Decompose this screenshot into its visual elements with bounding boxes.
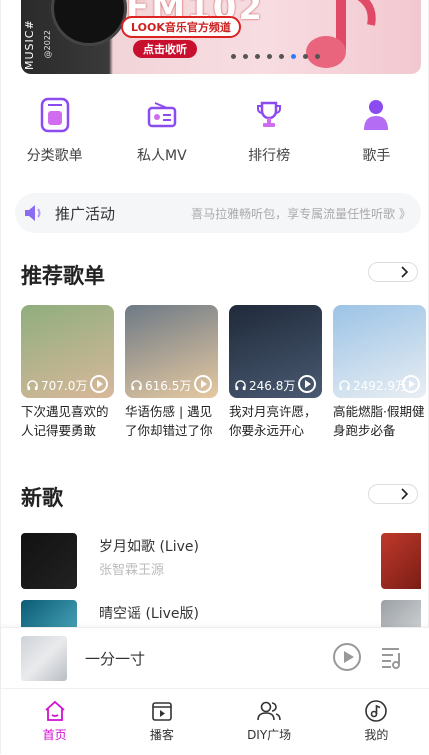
playlist-cover: 616.5万 (125, 305, 218, 398)
play-count-text: 616.5万 (145, 379, 192, 393)
mini-player[interactable]: 一分一寸 (1, 627, 429, 688)
banner-year: @2022 (43, 30, 52, 59)
banner-subtitle: LOOK音乐官方频道 (121, 16, 241, 38)
player-song-title: 一分一寸 (85, 650, 146, 668)
playlist-row: 707.0万 下次遇见喜欢的人记得要勇敢 616.5万 华语伤感 | 遇见了你却错过了… (21, 305, 429, 440)
recommended-title: 推荐歌单 (21, 264, 105, 288)
tab-label: 我的 (364, 728, 389, 742)
new-songs-more-button[interactable] (368, 484, 418, 504)
category-playlist[interactable]: 分类歌单 (1, 95, 108, 165)
headphones-icon (235, 380, 246, 391)
play-count-text: 707.0万 (41, 379, 88, 393)
playlist-name: 我对月亮许愿，你要永远开心 (229, 404, 317, 438)
category-label: 分类歌单 (26, 148, 83, 164)
playlist-cover: 2492.9万 (333, 305, 426, 398)
music-note-graphic (306, 0, 376, 68)
home-icon (45, 700, 65, 721)
playlist-play-button[interactable] (402, 375, 420, 393)
playlist-play-button[interactable] (90, 375, 108, 393)
headphones-icon (27, 380, 38, 391)
play-button[interactable] (333, 643, 361, 671)
play-count: 246.8万 (235, 377, 295, 394)
play-count-text: 246.8万 (249, 379, 296, 393)
song-artist: 张智霖王源 (99, 563, 165, 578)
playlist-name: 高能燃脂·假期健身跑步必备 (333, 404, 425, 438)
song-title: 岁月如歌 (Live) (99, 539, 199, 555)
play-count: 707.0万 (27, 377, 87, 394)
recommended-more-button[interactable] (368, 262, 418, 282)
playlist-play-button[interactable] (194, 375, 212, 393)
song-row[interactable]: 岁月如歌 (Live) 张智霖王源 (21, 533, 421, 590)
headphones-icon (339, 380, 350, 391)
playlist-icon (35, 95, 75, 135)
category-label: 私人MV (137, 148, 187, 164)
playlist-card[interactable]: 616.5万华语伤感 | 遇见了你却错过了你 (125, 305, 218, 440)
playlist-queue-icon[interactable] (379, 644, 405, 670)
playlist-name: 华语伤感 | 遇见了你却错过了你 (125, 404, 213, 438)
category-ranking[interactable]: 排行榜 (216, 95, 323, 165)
tab-label: 首页 (42, 728, 67, 742)
playlist-name: 下次遇见喜欢的人记得要勇敢 (21, 404, 109, 438)
chevron-right-icon (401, 488, 409, 500)
playlist-card[interactable]: 246.8万我对月亮许愿，你要永远开心 (229, 305, 322, 440)
play-count-text: 2492.9万 (353, 379, 407, 393)
banner-side-text: MUSIC# (23, 19, 36, 70)
tab-mine[interactable]: 我的 (323, 689, 429, 755)
users-icon (257, 701, 281, 721)
vinyl-record-graphic (51, 0, 127, 46)
category-row: 分类歌单 私人MV 排行榜 歌手 (1, 95, 429, 165)
bottom-tab-bar: 首页 播客 DIY广场 我的 (1, 688, 429, 755)
category-singer[interactable]: 歌手 (323, 95, 429, 165)
song-title: 晴空谣 (Live版) (99, 606, 199, 622)
promo-text: 喜马拉雅畅听包，享专属流量任性听歌 》 (191, 206, 411, 221)
app-frame: MUSIC# @2022 FM102 LOOK音乐官方频道 点击收听 分类歌单 (0, 0, 429, 755)
tab-label: 播客 (149, 728, 174, 742)
speaker-icon (25, 205, 41, 221)
radio-icon (142, 95, 182, 135)
tab-label: DIY广场 (247, 728, 292, 742)
song-cover (21, 533, 77, 589)
player-cover (21, 636, 67, 681)
carousel-dots (231, 54, 320, 59)
playlist-card[interactable]: 2492.9万高能燃脂·假期健身跑步必备 (333, 305, 426, 440)
chevron-right-icon (401, 266, 409, 278)
trophy-icon (249, 95, 289, 135)
promo-bar[interactable]: 推广活动 喜马拉雅畅听包，享专属流量任性听歌 》 (15, 193, 421, 233)
banner-carousel[interactable]: MUSIC# @2022 FM102 LOOK音乐官方频道 点击收听 (21, 0, 421, 74)
playlist-cover: 707.0万 (21, 305, 114, 398)
category-label: 歌手 (362, 148, 391, 164)
play-count: 2492.9万 (339, 377, 407, 394)
promo-tag: 推广活动 (55, 204, 116, 223)
play-count: 616.5万 (131, 377, 191, 394)
new-songs-title: 新歌 (21, 486, 63, 510)
singer-icon (356, 95, 396, 135)
podcast-icon (152, 702, 172, 721)
tab-diy[interactable]: DIY广场 (216, 689, 323, 755)
song-side-cover (381, 533, 421, 589)
category-private-mv[interactable]: 私人MV (108, 95, 215, 165)
music-disc-icon (365, 700, 388, 722)
headphones-icon (131, 380, 142, 391)
category-label: 排行榜 (248, 148, 291, 164)
playlist-card[interactable]: 707.0万下次遇见喜欢的人记得要勇敢 (21, 305, 114, 440)
playlist-cover: 246.8万 (229, 305, 322, 398)
tab-home[interactable]: 首页 (1, 689, 108, 755)
playlist-play-button[interactable] (298, 375, 316, 393)
banner-cta-button[interactable]: 点击收听 (133, 40, 197, 58)
tab-podcast[interactable]: 播客 (108, 689, 215, 755)
